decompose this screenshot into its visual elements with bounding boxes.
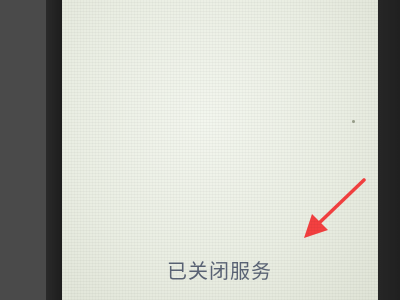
service-status-text: 已关闭服务 [167, 259, 272, 283]
screen-speck [352, 120, 355, 123]
background-surface [0, 0, 46, 300]
red-arrow-icon [304, 178, 366, 238]
phone-photo: 已关闭服务 [0, 0, 400, 300]
phone-screen: 已关闭服务 [62, 0, 380, 300]
phone-right-bezel [378, 0, 400, 300]
